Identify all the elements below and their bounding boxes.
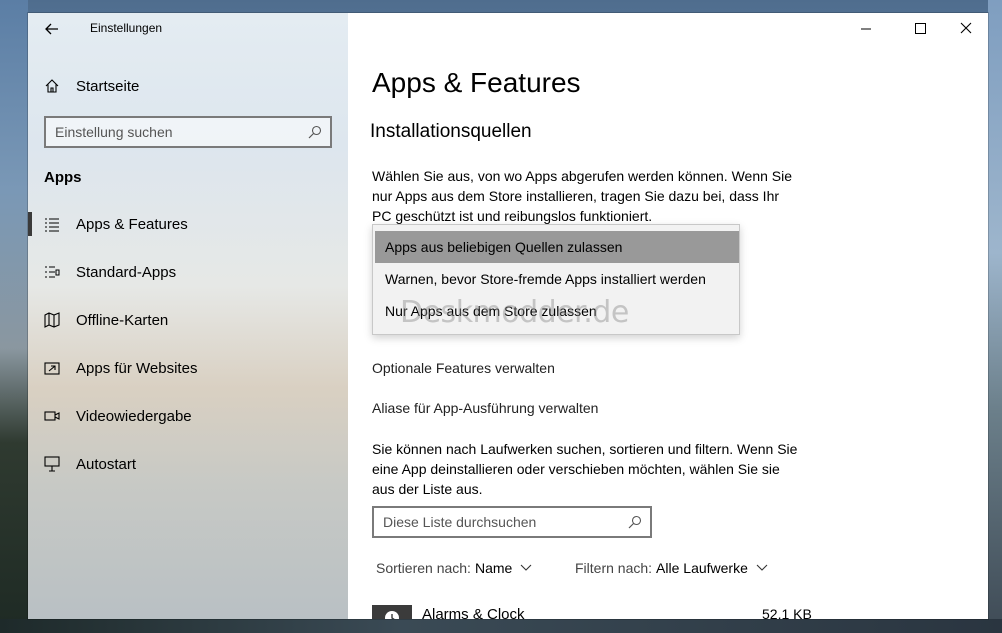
sidebar-item-label: Apps & Features <box>76 215 188 233</box>
settings-search-input[interactable]: Einstellung suchen <box>44 116 332 148</box>
desktop-background-right <box>988 0 1002 633</box>
filter-label: Filtern nach: <box>575 560 653 576</box>
filter-dropdown[interactable]: Filtern nach: Alle Laufwerke <box>575 560 768 576</box>
app-title: Einstellungen <box>90 21 163 35</box>
clock-icon <box>372 605 412 619</box>
chevron-down-icon <box>756 564 768 571</box>
app-list-search-input[interactable]: Diese Liste durchsuchen <box>372 506 652 538</box>
close-button[interactable] <box>946 17 986 41</box>
list-icon <box>45 218 59 232</box>
list-default-icon <box>45 266 60 278</box>
dropdown-option-warn[interactable]: Warnen, bevor Store-fremde Apps installi… <box>375 263 739 295</box>
startup-icon <box>44 456 60 472</box>
chevron-down-icon <box>520 564 532 571</box>
filter-value: Alle Laufwerke <box>656 560 748 576</box>
sort-label: Sortieren nach: <box>376 560 471 576</box>
active-indicator <box>28 212 32 236</box>
page-title: Apps & Features <box>372 67 581 98</box>
minimize-icon <box>861 28 871 30</box>
back-button[interactable] <box>42 19 62 39</box>
section-heading: Apps <box>44 169 82 186</box>
sidebar-item-standard-apps[interactable]: Standard-Apps <box>28 256 348 288</box>
app-alias-link[interactable]: Aliase für App-Ausführung verwalten <box>372 400 598 416</box>
main-content: Apps & Features Installationsquellen Wäh… <box>348 13 988 619</box>
sidebar-item-apps-features[interactable]: Apps & Features <box>28 208 348 240</box>
app-name: Alarms & Clock <box>422 606 525 619</box>
list-item[interactable]: Alarms & Clock 52,1 KB <box>372 603 812 619</box>
section-subtitle: Installationsquellen <box>370 121 532 142</box>
sidebar-item-label: Standard-Apps <box>76 263 177 281</box>
external-link-icon <box>44 362 60 375</box>
maximize-button[interactable] <box>900 17 940 41</box>
home-icon <box>45 79 59 93</box>
settings-window: Einstellungen Startseite Einstellung suc… <box>28 13 988 619</box>
maximize-icon <box>915 23 926 34</box>
app-size: 52,1 KB <box>762 606 812 619</box>
sidebar-item-offline-maps[interactable]: Offline-Karten <box>28 304 348 336</box>
close-icon <box>960 22 972 34</box>
sort-value: Name <box>474 560 513 576</box>
settings-search-placeholder: Einstellung suchen <box>55 124 173 140</box>
sidebar-item-label: Apps für Websites <box>76 359 198 377</box>
home-link[interactable]: Startseite <box>44 75 139 97</box>
video-icon <box>44 411 60 421</box>
home-label: Startseite <box>76 77 140 95</box>
source-description: Wählen Sie aus, von wo Apps abgerufen we… <box>372 168 793 224</box>
sidebar-item-autostart[interactable]: Autostart <box>28 448 348 480</box>
sidebar-item-label: Autostart <box>76 455 137 473</box>
sidebar-item-video-playback[interactable]: Videowiedergabe <box>28 400 348 432</box>
optional-features-link[interactable]: Optionale Features verwalten <box>372 360 555 376</box>
sort-dropdown[interactable]: Sortieren nach: Name <box>376 560 532 576</box>
sidebar-item-apps-for-websites[interactable]: Apps für Websites <box>28 352 348 384</box>
sidebar-item-label: Videowiedergabe <box>76 407 192 425</box>
list-description: Sie können nach Laufwerken suchen, sorti… <box>372 441 798 497</box>
back-arrow-icon <box>45 23 58 35</box>
map-icon <box>44 312 60 328</box>
minimize-button[interactable] <box>846 17 886 41</box>
sidebar-item-label: Offline-Karten <box>76 311 169 329</box>
desktop-background-left <box>0 0 28 633</box>
search-icon[interactable] <box>628 515 642 529</box>
sidebar: Einstellungen Startseite Einstellung suc… <box>28 13 348 619</box>
dropdown-option-any-source[interactable]: Apps aus beliebigen Quellen zulassen <box>375 231 739 263</box>
app-list-search-placeholder: Diese Liste durchsuchen <box>383 514 537 530</box>
search-icon[interactable] <box>308 125 322 139</box>
watermark: Deskmodder.de <box>400 295 629 330</box>
desktop-background-bottom <box>0 619 1002 633</box>
